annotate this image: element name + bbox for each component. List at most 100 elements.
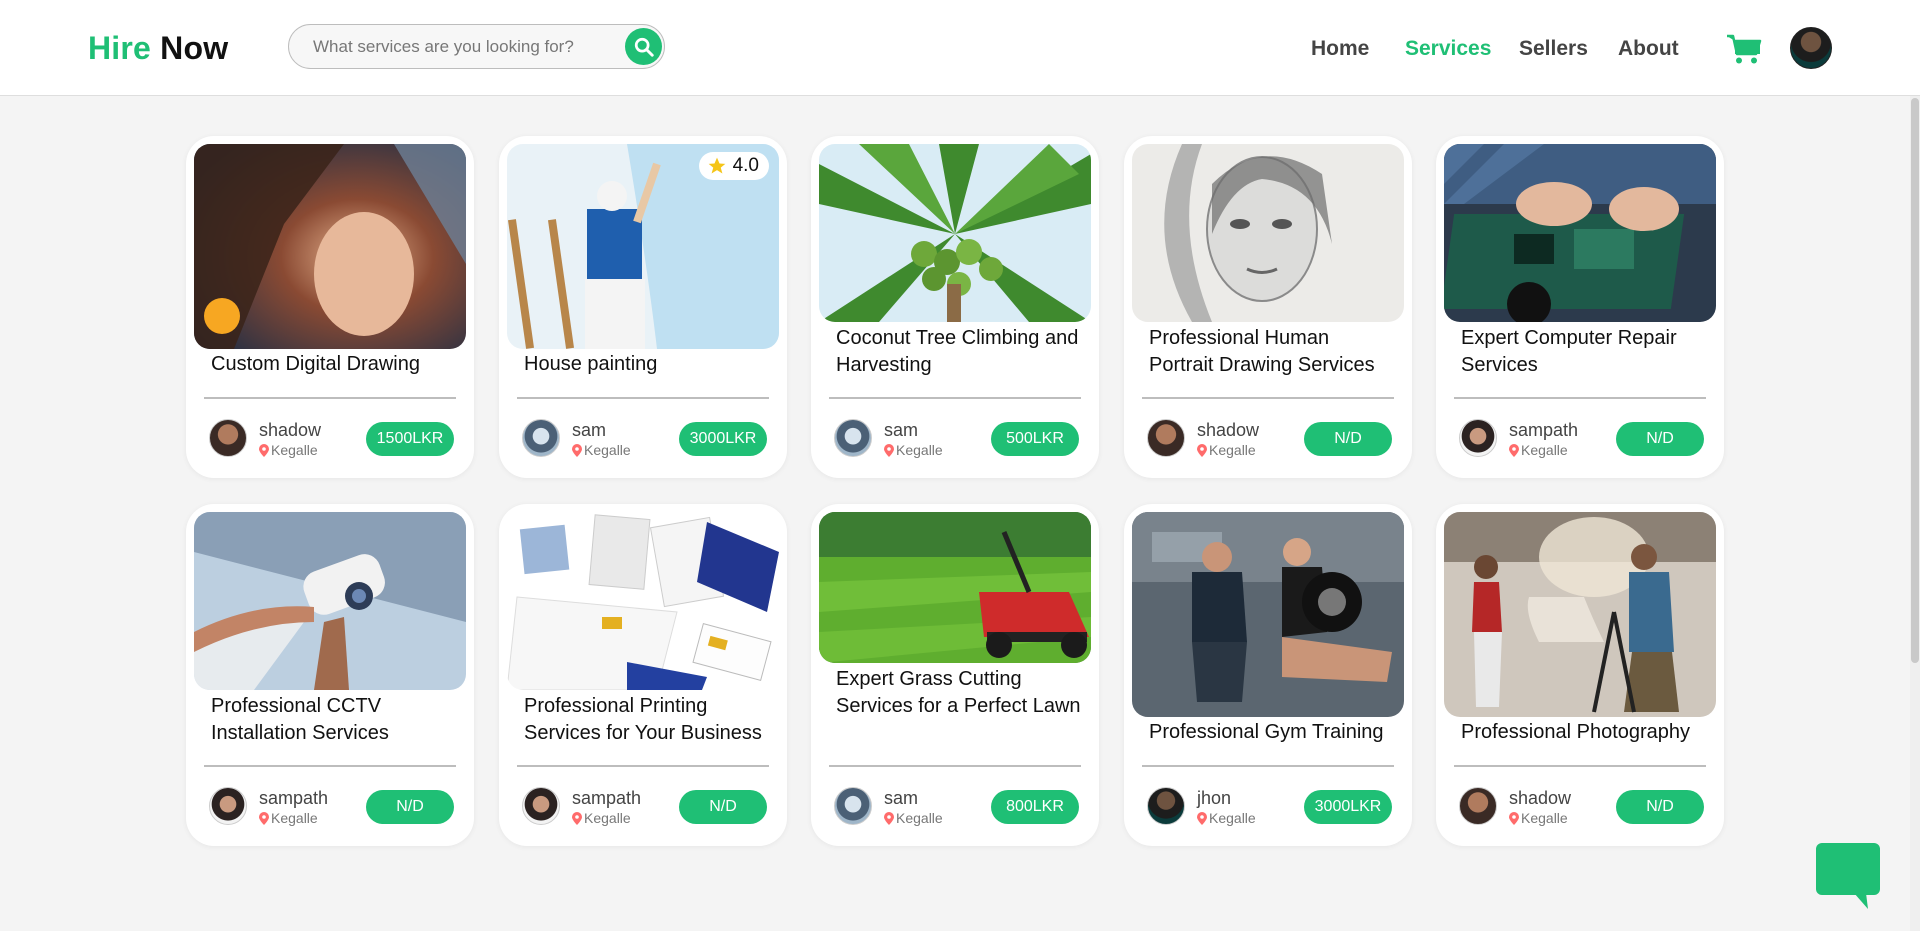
search-input[interactable] [313, 37, 603, 57]
search-button[interactable] [625, 28, 662, 65]
seller-name[interactable]: sampath [259, 788, 328, 809]
seller-name[interactable]: shadow [1509, 788, 1571, 809]
service-image-photography [1444, 512, 1716, 717]
seller-avatar[interactable] [209, 787, 247, 825]
service-card[interactable]: Professional Gym Training jhon Kegalle 3… [1124, 504, 1412, 846]
seller-location: Kegalle [572, 810, 631, 826]
divider [1454, 765, 1706, 767]
seller-avatar[interactable] [1459, 787, 1497, 825]
price-badge: 800LKR [991, 790, 1079, 824]
seller-location: Kegalle [1509, 442, 1568, 458]
location-text: Kegalle [1521, 442, 1568, 458]
location-pin-icon [572, 811, 582, 825]
location-text: Kegalle [271, 810, 318, 826]
service-card[interactable]: Professional Photography shadow Kegalle … [1436, 504, 1724, 846]
price-badge: N/D [1616, 422, 1704, 456]
location-pin-icon [884, 811, 894, 825]
site-logo[interactable]: Hire Now [88, 30, 228, 67]
service-image-gym-training [1132, 512, 1404, 717]
seller-name[interactable]: sam [884, 420, 918, 441]
seller-location: Kegalle [572, 442, 631, 458]
seller-avatar[interactable] [1147, 787, 1185, 825]
service-image-computer-repair [1444, 144, 1716, 322]
service-title[interactable]: Expert Computer Repair Services [1461, 325, 1711, 379]
price-badge: 500LKR [991, 422, 1079, 456]
service-title[interactable]: Professional CCTV Installation Services [211, 693, 461, 747]
service-card[interactable]: Professional CCTV Installation Services … [186, 504, 474, 846]
location-text: Kegalle [1521, 810, 1568, 826]
seller-avatar[interactable] [1459, 419, 1497, 457]
divider [829, 397, 1081, 399]
price-badge: N/D [1616, 790, 1704, 824]
nav-services[interactable]: Services [1405, 37, 1491, 61]
service-card[interactable]: Custom Digital Drawing shadow Kegalle 15… [186, 136, 474, 478]
divider [1142, 765, 1394, 767]
nav-home[interactable]: Home [1311, 37, 1369, 61]
rating-badge: 4.0 [698, 152, 769, 180]
seller-name[interactable]: shadow [259, 420, 321, 441]
service-card[interactable]: Expert Grass Cutting Services for a Perf… [811, 504, 1099, 846]
service-image-coconut-tree [819, 144, 1091, 322]
rating-value: 4.0 [732, 155, 759, 176]
search-bar [288, 24, 665, 69]
cart-icon[interactable] [1726, 33, 1762, 65]
location-text: Kegalle [896, 810, 943, 826]
service-card[interactable]: Expert Computer Repair Services sampath … [1436, 136, 1724, 478]
price-badge: N/D [366, 790, 454, 824]
location-text: Kegalle [1209, 810, 1256, 826]
service-title[interactable]: Professional Human Portrait Drawing Serv… [1149, 325, 1399, 379]
nav-sellers[interactable]: Sellers [1519, 37, 1588, 61]
service-title[interactable]: Coconut Tree Climbing and Harvesting [836, 325, 1086, 379]
star-icon [708, 157, 725, 174]
seller-avatar[interactable] [522, 419, 560, 457]
seller-location: Kegalle [259, 442, 318, 458]
service-card[interactable]: Professional Human Portrait Drawing Serv… [1124, 136, 1412, 478]
service-title[interactable]: Expert Grass Cutting Services for a Perf… [836, 666, 1086, 720]
location-pin-icon [1197, 443, 1207, 457]
service-card[interactable]: Professional Printing Services for Your … [499, 504, 787, 846]
seller-location: Kegalle [1197, 810, 1256, 826]
service-image-house-painting: 4.0 [507, 144, 779, 349]
price-badge: 1500LKR [366, 422, 454, 456]
service-card[interactable]: Coconut Tree Climbing and Harvesting sam… [811, 136, 1099, 478]
seller-avatar[interactable] [522, 787, 560, 825]
seller-name[interactable]: sam [572, 420, 606, 441]
service-image-grass-cutting [819, 512, 1091, 663]
seller-avatar[interactable] [834, 419, 872, 457]
service-title[interactable]: Professional Gym Training [1149, 719, 1399, 746]
location-text: Kegalle [271, 442, 318, 458]
service-title[interactable]: Custom Digital Drawing [211, 351, 461, 378]
user-avatar[interactable] [1790, 27, 1832, 69]
seller-name[interactable]: sam [884, 788, 918, 809]
service-title[interactable]: Professional Photography [1461, 719, 1711, 746]
location-pin-icon [259, 811, 269, 825]
service-image-portrait-drawing [1132, 144, 1404, 322]
divider [1142, 397, 1394, 399]
location-pin-icon [1509, 443, 1519, 457]
seller-avatar[interactable] [834, 787, 872, 825]
seller-name[interactable]: sampath [572, 788, 641, 809]
seller-name[interactable]: jhon [1197, 788, 1231, 809]
service-title[interactable]: Professional Printing Services for Your … [524, 693, 774, 747]
location-text: Kegalle [1209, 442, 1256, 458]
location-text: Kegalle [896, 442, 943, 458]
divider [517, 765, 769, 767]
service-image-cctv [194, 512, 466, 690]
seller-location: Kegalle [884, 442, 943, 458]
location-text: Kegalle [584, 442, 631, 458]
nav-about[interactable]: About [1618, 37, 1679, 61]
location-pin-icon [572, 443, 582, 457]
seller-location: Kegalle [1197, 442, 1256, 458]
service-card[interactable]: 4.0 House painting sam Kegalle 3000LKR [499, 136, 787, 478]
seller-name[interactable]: shadow [1197, 420, 1259, 441]
search-icon [634, 37, 654, 57]
seller-name[interactable]: sampath [1509, 420, 1578, 441]
chat-icon[interactable] [1816, 843, 1880, 909]
price-badge: 3000LKR [1304, 790, 1392, 824]
service-title[interactable]: House painting [524, 351, 774, 378]
divider [517, 397, 769, 399]
seller-avatar[interactable] [1147, 419, 1185, 457]
seller-avatar[interactable] [209, 419, 247, 457]
seller-location: Kegalle [884, 810, 943, 826]
scrollbar-thumb[interactable] [1911, 98, 1919, 663]
